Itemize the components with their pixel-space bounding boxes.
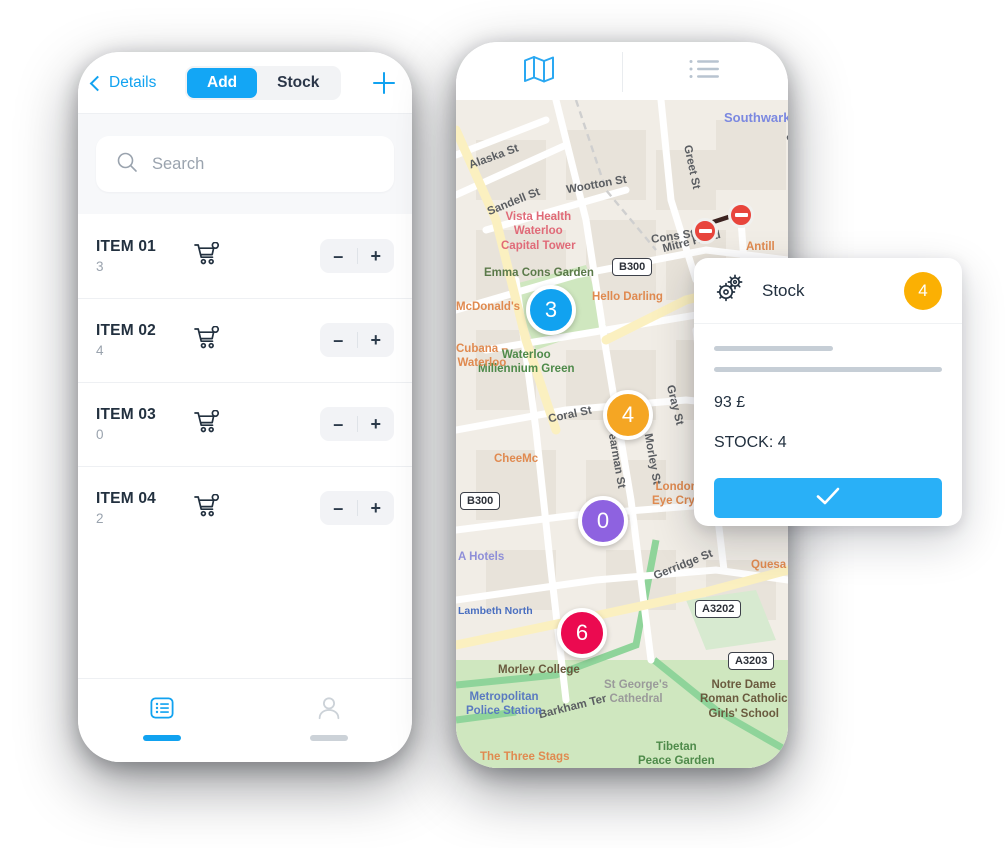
item-name: ITEM 04	[96, 490, 156, 507]
decrement-button[interactable]: –	[320, 330, 357, 351]
map-label: St George's Cathedral	[604, 679, 669, 706]
stock-card: Stock 4 93 £ STOCK: 4	[694, 258, 962, 526]
status-badge: 4	[904, 271, 942, 310]
cart-add-icon[interactable]	[194, 493, 220, 523]
item-qty: 3	[96, 259, 104, 274]
placeholder-bar-long	[714, 367, 942, 372]
stock-card-title: Stock	[762, 280, 805, 300]
table-row[interactable]: ITEM 02 4 – +	[78, 298, 412, 382]
tab-list[interactable]	[622, 57, 788, 86]
check-icon	[813, 484, 843, 513]
item-info: ITEM 04 2	[96, 490, 184, 526]
increment-button[interactable]: +	[358, 330, 395, 351]
stock-card-header: Stock 4	[694, 258, 962, 324]
back-button[interactable]: Details	[89, 74, 157, 92]
map-label: Lambeth North	[458, 605, 533, 617]
road-shield: B300	[612, 258, 653, 276]
road-shield: A3203	[728, 652, 775, 670]
road-shield: B300	[460, 492, 501, 510]
search-icon	[116, 151, 138, 178]
quantity-stepper[interactable]: – +	[320, 239, 394, 273]
search-field[interactable]: Search	[96, 136, 394, 192]
map-label: CheeMc	[494, 453, 539, 465]
tab-stock[interactable]: Stock	[257, 68, 339, 98]
item-name: ITEM 02	[96, 322, 156, 339]
header-divider	[622, 52, 623, 92]
screenshot-root: Details Add Stock Search ITEM 01 3 – + I…	[0, 0, 1006, 848]
map-label: The Three Stags	[480, 751, 570, 763]
map-label: Notre Dame Roman Catholic Girls' School	[700, 679, 788, 720]
map-label: Tibetan Peace Garden	[638, 741, 715, 768]
tab-map[interactable]	[456, 54, 622, 89]
increment-button[interactable]: +	[358, 246, 395, 267]
map-label: Quesa	[751, 559, 787, 571]
tab-indicator	[309, 735, 348, 741]
map-label: Southwark	[724, 110, 788, 125]
map-label: Cubana – Waterloo	[456, 343, 508, 370]
decrement-button[interactable]: –	[320, 414, 357, 435]
stock-label: STOCK: 4	[714, 434, 787, 451]
item-qty: 0	[96, 427, 104, 442]
list-icon	[688, 57, 722, 86]
item-qty: 2	[96, 511, 104, 526]
map-label: Vista Health Waterloo Capital Tower	[501, 211, 576, 252]
cart-add-icon[interactable]	[194, 409, 220, 439]
plus-icon[interactable]	[370, 69, 398, 97]
item-name: ITEM 03	[96, 406, 156, 423]
item-info: ITEM 02 4	[96, 322, 184, 358]
road-shield: A3202	[695, 600, 742, 618]
increment-button[interactable]: +	[358, 498, 395, 519]
list-icon	[149, 695, 175, 726]
map-label: Metropolitan Police Station	[466, 691, 543, 718]
map-label: Morley College	[498, 664, 580, 676]
item-info: ITEM 01 3	[96, 238, 184, 274]
back-button-label: Details	[109, 74, 157, 91]
quantity-stepper[interactable]: – +	[320, 323, 394, 357]
map-icon	[523, 54, 555, 89]
map-label: McDonald's	[456, 301, 521, 313]
tab-list[interactable]	[78, 695, 245, 762]
chevron-left-icon	[89, 75, 106, 91]
item-qty: 4	[96, 343, 104, 358]
search-placeholder: Search	[152, 154, 205, 173]
cart-add-icon[interactable]	[194, 241, 220, 271]
item-info: ITEM 03 0	[96, 406, 184, 442]
map-label: A Hotels	[458, 551, 505, 563]
tab-add[interactable]: Add	[187, 68, 258, 98]
bottom-tab-bar	[78, 678, 412, 762]
quantity-stepper[interactable]: – +	[320, 491, 394, 525]
map-label: Emma Cons Garden	[484, 267, 594, 279]
table-row[interactable]: ITEM 04 2 – +	[78, 466, 412, 550]
increment-button[interactable]: +	[358, 414, 395, 435]
item-name: ITEM 01	[96, 238, 156, 255]
map-marker[interactable]: 0	[578, 496, 628, 546]
stock-card-body: 93 £ STOCK: 4	[694, 324, 962, 518]
left-phone-frame: Details Add Stock Search ITEM 01 3 – + I…	[78, 52, 412, 762]
map-marker[interactable]: 6	[557, 608, 607, 658]
gears-icon	[714, 272, 748, 309]
item-list: ITEM 01 3 – + ITEM 02 4 – + ITEM 03 0 – …	[78, 214, 412, 550]
map-marker[interactable]: 3	[526, 285, 576, 335]
segmented-control: Add Stock	[185, 66, 342, 100]
cart-add-icon[interactable]	[194, 325, 220, 355]
table-row[interactable]: ITEM 01 3 – +	[78, 214, 412, 298]
table-row[interactable]: ITEM 03 0 – +	[78, 382, 412, 466]
confirm-button[interactable]	[714, 478, 942, 518]
placeholder-bar-short	[714, 346, 833, 351]
decrement-button[interactable]: –	[320, 498, 357, 519]
map-label: Hello Darling	[592, 291, 663, 303]
quantity-stepper[interactable]: – +	[320, 407, 394, 441]
right-phone-header	[456, 42, 788, 100]
decrement-button[interactable]: –	[320, 246, 357, 267]
no-entry-icon	[728, 202, 754, 228]
person-icon	[316, 695, 342, 726]
no-entry-icon	[692, 218, 718, 244]
left-phone-header: Details Add Stock	[78, 52, 412, 114]
price-label: 93 £	[714, 394, 746, 411]
map-marker[interactable]: 4	[603, 390, 653, 440]
tab-profile[interactable]	[245, 695, 412, 762]
map-label: Antill	[746, 241, 775, 253]
tab-indicator	[142, 735, 181, 741]
search-area: Search	[78, 114, 412, 214]
